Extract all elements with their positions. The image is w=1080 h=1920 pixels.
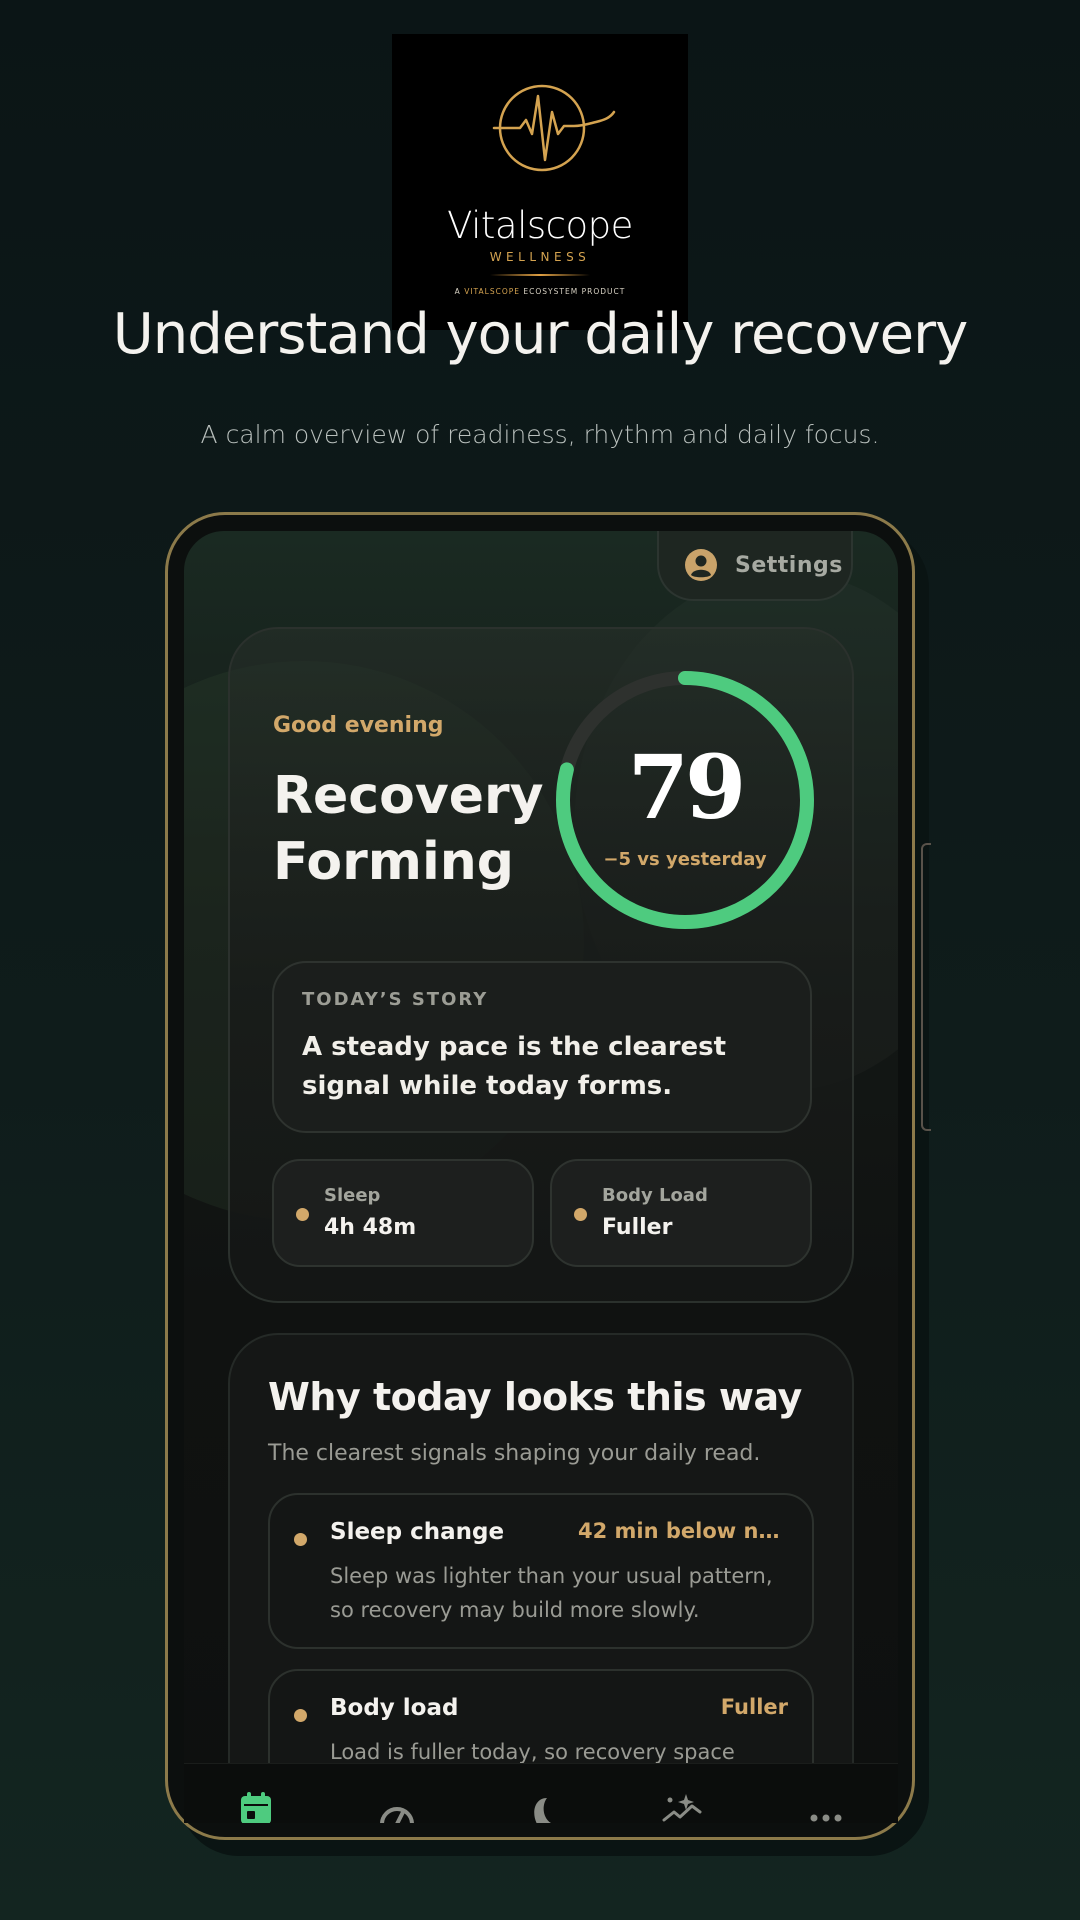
score-delta: −5 vs yesterday <box>603 849 767 870</box>
logo-subtitle: WELLNESS <box>489 250 591 264</box>
metric-value: Fuller <box>602 1215 673 1240</box>
metric-dot <box>574 1208 587 1221</box>
settings-button[interactable]: Settings <box>657 531 853 601</box>
hero-headline: Understand your daily recovery <box>112 302 969 367</box>
metric-sleep[interactable]: Sleep 4h 48m <box>272 1159 534 1267</box>
logo-name: Vitalscope <box>447 204 633 247</box>
todays-story-card[interactable]: TODAY’S STORY A steady pace is the clear… <box>272 961 812 1133</box>
metric-label: Sleep <box>324 1185 381 1206</box>
metric-label: Body Load <box>602 1185 708 1206</box>
reason-description: Sleep was lighter than your usual patter… <box>330 1564 773 1622</box>
reason-title: Body load <box>330 1695 459 1721</box>
recovery-status: Recovery Forming <box>273 766 544 892</box>
logo-tagline: A VITALSCOPE ECOSYSTEM PRODUCT <box>392 287 688 296</box>
sparkle-trend-icon <box>662 1794 702 1822</box>
reason-sleep-change[interactable]: Sleep change 42 min below nor... Sleep w… <box>268 1493 814 1649</box>
metric-value: 4h 48m <box>324 1215 417 1240</box>
recovery-card: Good evening Recovery Forming 79 −5 vs y… <box>228 627 854 1303</box>
logo-tag-prefix: A <box>454 287 461 296</box>
user-circle-icon <box>685 549 717 581</box>
hero-subline: A calm overview of readiness, rhythm and… <box>200 420 880 449</box>
gauge-icon <box>380 1807 414 1823</box>
moon-icon <box>534 1798 552 1823</box>
calendar-icon <box>241 1792 271 1823</box>
recovery-score: 79 <box>627 735 746 839</box>
app-screen: Settings Good evening Recovery Forming 7… <box>184 531 898 1823</box>
nav-today[interactable] <box>236 1792 276 1823</box>
story-text: A steady pace is the clearest signal whi… <box>302 1032 727 1101</box>
bottom-navigation <box>184 1763 898 1823</box>
greeting-text: Good evening <box>273 713 444 738</box>
more-icon <box>810 1814 842 1822</box>
reason-dot <box>294 1709 307 1722</box>
nav-more[interactable] <box>806 1792 846 1823</box>
phone-side-button <box>921 843 931 1131</box>
nav-insights[interactable] <box>662 1792 702 1823</box>
nav-sleep[interactable] <box>520 1792 560 1823</box>
heartbeat-logo-icon <box>492 84 616 172</box>
nav-readiness[interactable] <box>377 1792 417 1823</box>
reason-dot <box>294 1533 307 1546</box>
why-title: Why today looks this way <box>268 1375 802 1419</box>
settings-label: Settings <box>735 552 843 578</box>
logo-tag-brand: VITALSCOPE <box>464 287 521 296</box>
brand-logo: Vitalscope WELLNESS A VITALSCOPE ECOSYST… <box>392 34 688 330</box>
logo-rule <box>490 274 590 276</box>
metric-body-load[interactable]: Body Load Fuller <box>550 1159 812 1267</box>
reason-tag: 42 min below nor... <box>578 1519 788 1543</box>
reason-tag: Fuller <box>720 1695 788 1719</box>
logo-tag-suffix: ECOSYSTEM PRODUCT <box>523 287 626 296</box>
metric-dot <box>296 1208 309 1221</box>
reason-title: Sleep change <box>330 1519 505 1545</box>
why-today-card: Why today looks this way The clearest si… <box>228 1333 854 1823</box>
story-label: TODAY’S STORY <box>302 989 489 1010</box>
why-subtitle: The clearest signals shaping your daily … <box>268 1441 761 1466</box>
phone-frame: Settings Good evening Recovery Forming 7… <box>165 512 931 1840</box>
